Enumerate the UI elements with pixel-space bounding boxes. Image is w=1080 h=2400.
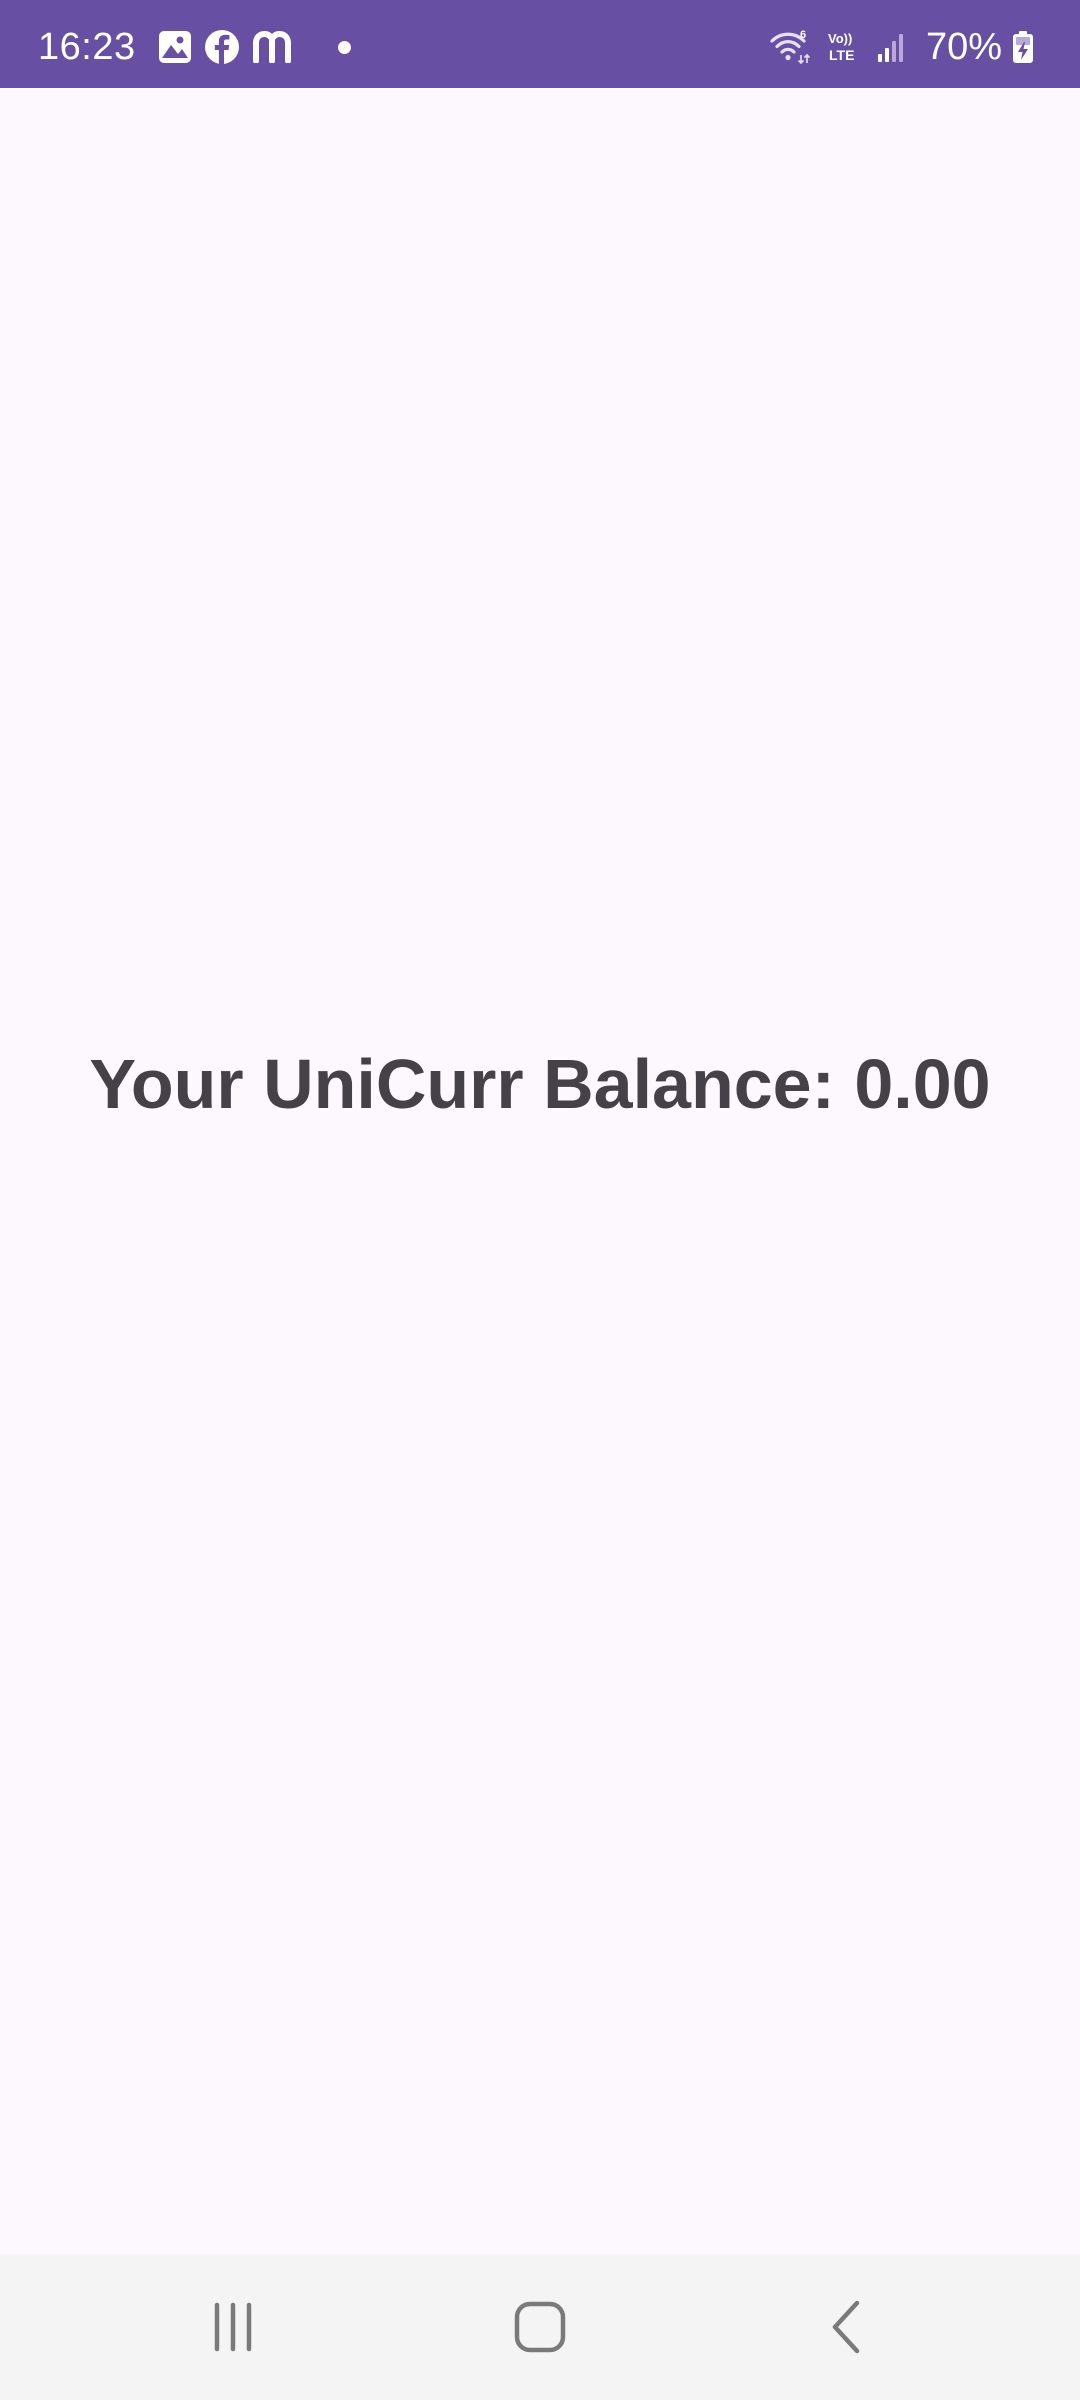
main-content: Your UniCurr Balance: 0.00 <box>0 88 1080 2254</box>
battery-charging-icon <box>1012 30 1034 64</box>
messenger-m-icon <box>252 31 292 63</box>
balance-text: Your UniCurr Balance: 0.00 <box>89 1045 991 1123</box>
home-button[interactable] <box>440 2272 640 2382</box>
svg-text:6: 6 <box>800 29 806 41</box>
cell-signal-icon <box>876 31 906 63</box>
back-icon <box>832 2300 859 2354</box>
wifi-6-icon: 6 <box>770 29 812 65</box>
status-bar-right: 6 Vo)) LTE 70% <box>766 20 1044 69</box>
status-bar-left: 16:23 <box>38 20 351 69</box>
recents-button[interactable] <box>133 2272 333 2382</box>
status-time: 16:23 <box>38 25 136 68</box>
back-button[interactable] <box>747 2272 947 2382</box>
facebook-icon <box>204 29 240 65</box>
gallery-icon <box>158 30 192 64</box>
volte-icon: Vo)) LTE <box>826 29 862 65</box>
recents-icon <box>215 2302 252 2352</box>
status-bar: 16:23 6 Vo)) LTE 70% <box>0 0 1080 88</box>
navigation-bar <box>0 2254 1080 2400</box>
battery-percent: 70% <box>925 25 1002 68</box>
svg-text:Vo)): Vo)) <box>828 31 852 46</box>
svg-text:LTE: LTE <box>829 47 854 63</box>
home-icon <box>514 2301 566 2353</box>
notification-dot-icon <box>337 40 351 54</box>
